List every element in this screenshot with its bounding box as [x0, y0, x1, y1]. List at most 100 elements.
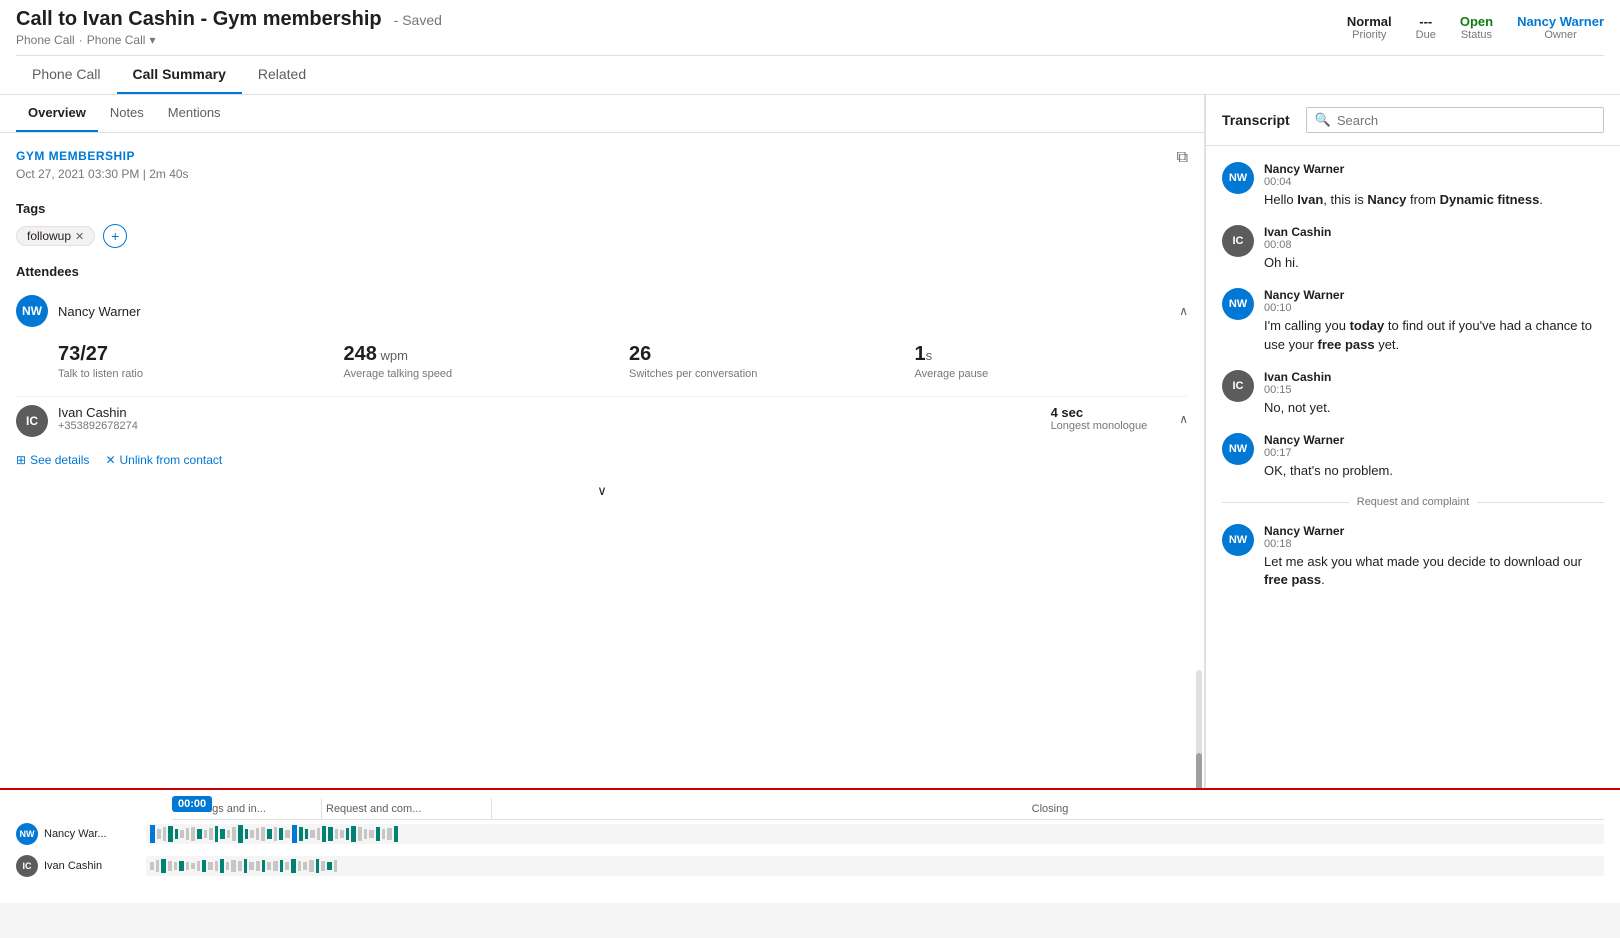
breadcrumb: Phone Call · Phone Call ▾: [16, 33, 442, 47]
stat-talk-ratio: 73/27 Talk to listen ratio: [58, 343, 332, 380]
sub-tab-notes[interactable]: Notes: [98, 95, 156, 132]
call-date: Oct 27, 2021 03:30 PM | 2m 40s: [16, 167, 189, 181]
transcript-content-4: Ivan Cashin 00:15 No, not yet.: [1264, 370, 1604, 417]
bar-n-40: [394, 826, 398, 842]
track-ivan: IC Ivan Cashin: [16, 852, 1604, 880]
transcript-speaker-4: Ivan Cashin: [1264, 370, 1604, 384]
transcript-avatar-ic-2: IC: [1222, 370, 1254, 402]
bar-i-21: [267, 862, 271, 870]
saved-indicator: - Saved: [394, 12, 442, 28]
bar-n-31: [340, 830, 344, 838]
action-row: ⊞ See details ✕ Unlink from contact: [16, 445, 1188, 475]
tag-remove-icon[interactable]: ✕: [75, 230, 84, 243]
transcript-avatar-nw-1: NW: [1222, 162, 1254, 194]
sub-tabs: Overview Notes Mentions: [0, 95, 1204, 133]
see-details-link[interactable]: ⊞ See details: [16, 453, 89, 467]
attendee-name-nancy: Nancy Warner: [58, 304, 141, 319]
page-title: Call to Ivan Cashin - Gym membership: [16, 8, 382, 31]
stat-switches-label: Switches per conversation: [629, 368, 903, 380]
bar-i-27: [303, 862, 307, 870]
bar-n-4: [175, 829, 178, 839]
search-input[interactable]: [1337, 113, 1595, 128]
stat-avg-pause-value: 1s: [915, 343, 1189, 366]
bar-n-37: [376, 827, 380, 841]
transcript-text-1: Hello Ivan, this is Nancy from Dynamic f…: [1264, 191, 1604, 209]
bar-i-28: [309, 860, 314, 872]
track-bars-nancy: [146, 824, 1604, 844]
bar-i-13: [220, 859, 224, 873]
bar-n-6: [186, 828, 189, 840]
unlink-contact-link[interactable]: ✕ Unlink from contact: [105, 453, 222, 467]
avatar-ivan: IC: [16, 405, 48, 437]
bar-i-15: [231, 860, 236, 872]
main-content: Overview Notes Mentions GYM MEMBERSHIP O…: [0, 95, 1620, 788]
transcript-entry-6: NW Nancy Warner 00:18 Let me ask you wha…: [1206, 516, 1620, 597]
sub-tab-mentions[interactable]: Mentions: [156, 95, 233, 132]
tab-related[interactable]: Related: [242, 56, 322, 94]
timeline-marker: 00:00: [172, 796, 212, 812]
bar-i-19: [256, 861, 260, 871]
scrollbar[interactable]: [1196, 670, 1202, 788]
tab-phone-call[interactable]: Phone Call: [16, 56, 117, 94]
bar-n-20: [267, 829, 272, 839]
attendee-nancy: NW Nancy Warner ∧: [16, 287, 1188, 335]
search-box[interactable]: 🔍: [1306, 107, 1604, 133]
stat-switches: 26 Switches per conversation: [629, 343, 903, 380]
bar-i-32: [334, 860, 337, 872]
overview-content: GYM MEMBERSHIP Oct 27, 2021 03:30 PM | 2…: [0, 133, 1204, 531]
breadcrumb-dropdown-icon[interactable]: ▾: [149, 33, 155, 47]
track-marker-2: [292, 825, 297, 843]
attendee-phone-ivan: +353892678274: [58, 420, 138, 432]
nav-tabs: Phone Call Call Summary Related: [16, 55, 1604, 94]
sub-tab-overview[interactable]: Overview: [16, 95, 98, 132]
attendee-ivan: IC Ivan Cashin +353892678274 4 sec Longe…: [16, 396, 1188, 445]
tab-call-summary[interactable]: Call Summary: [117, 56, 242, 94]
bar-n-8: [197, 829, 202, 839]
bar-n-32: [346, 828, 349, 840]
transcript-entry-5: NW Nancy Warner 00:17 OK, that's no prob…: [1206, 425, 1620, 488]
bar-n-15: [238, 825, 243, 843]
transcript-text-2: Oh hi.: [1264, 254, 1604, 272]
transcript-speaker-1: Nancy Warner: [1264, 162, 1604, 176]
stat-avg-pause: 1s Average pause: [915, 343, 1189, 380]
stat-sec-unit: s: [926, 348, 933, 363]
status-value: Open: [1460, 14, 1493, 29]
collapse-button[interactable]: ∨: [16, 475, 1188, 507]
attendees-label: Attendees: [16, 264, 1188, 279]
tag-add-button[interactable]: +: [103, 224, 127, 248]
attendee-name-ivan: Ivan Cashin: [58, 405, 138, 420]
meta-owner[interactable]: Nancy Warner Owner: [1517, 14, 1604, 41]
priority-value: Normal: [1347, 14, 1392, 29]
segment-closing: Closing: [492, 798, 1604, 819]
chevron-nancy[interactable]: ∧: [1179, 304, 1188, 318]
bar-i-26: [298, 861, 301, 871]
track-marker-1: [150, 825, 155, 843]
title-area: Call to Ivan Cashin - Gym membership - S…: [16, 8, 442, 31]
bar-i-29: [316, 859, 319, 873]
bar-n-35: [364, 829, 367, 839]
transcript-title: Transcript: [1222, 112, 1290, 128]
left-panel: Overview Notes Mentions GYM MEMBERSHIP O…: [0, 95, 1205, 788]
transcript-panel: Transcript 🔍 NW Nancy Warner 00:04 Hello…: [1205, 95, 1620, 788]
track-avatar-nancy: NW: [16, 823, 38, 845]
breadcrumb-part2[interactable]: Phone Call: [87, 33, 146, 47]
stat-talking-speed: 248 wpm Average talking speed: [344, 343, 618, 380]
call-section-title: GYM MEMBERSHIP: [16, 149, 189, 163]
bar-n-18: [256, 828, 259, 840]
chevron-ivan[interactable]: ∧: [1179, 412, 1188, 426]
due-value: ---: [1419, 14, 1432, 29]
bar-i-23: [280, 860, 283, 872]
meta-due: --- Due: [1416, 14, 1436, 41]
transcript-time-2: 00:08: [1264, 239, 1604, 251]
bar-n-12: [220, 829, 225, 839]
track-name-nancy: Nancy War...: [44, 828, 107, 840]
transcript-time-5: 00:17: [1264, 447, 1604, 459]
tags-label: Tags: [16, 201, 1188, 216]
see-details-label: See details: [30, 453, 89, 467]
copy-icon[interactable]: ⧉: [1177, 149, 1188, 167]
stat-wpm-unit: wpm: [377, 348, 408, 363]
transcript-content-1: Nancy Warner 00:04 Hello Ivan, this is N…: [1264, 162, 1604, 209]
bar-n-7: [191, 827, 195, 841]
bar-i-4: [168, 861, 172, 871]
bar-n-33: [351, 826, 356, 842]
